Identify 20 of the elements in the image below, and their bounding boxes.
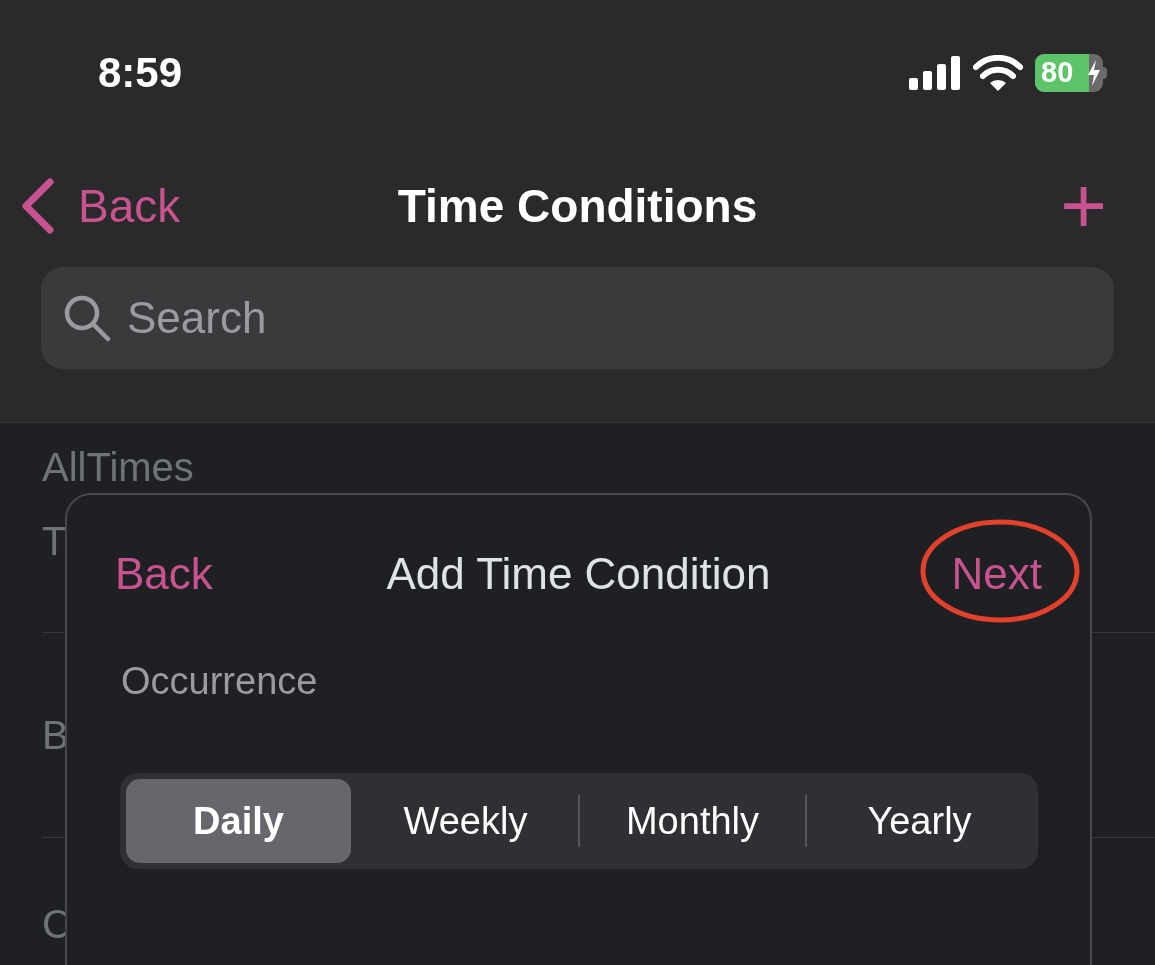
back-button[interactable]: Back xyxy=(20,171,181,241)
back-button[interactable]: Back xyxy=(115,541,213,607)
section-label: Occurrence xyxy=(121,659,318,704)
wifi-icon xyxy=(973,54,1023,91)
search-field[interactable]: Search xyxy=(127,285,927,351)
search-icon xyxy=(63,294,111,342)
segment-tab[interactable]: Yearly xyxy=(807,779,1032,863)
segment-tab[interactable]: Monthly xyxy=(580,779,805,863)
row-subtitle: T xyxy=(42,521,67,561)
clock-time: 8:59 xyxy=(98,48,183,98)
row-title: B xyxy=(42,715,69,755)
chevron-left-icon xyxy=(20,178,54,234)
add-button[interactable]: + xyxy=(1060,166,1107,246)
segment-tab[interactable]: Daily xyxy=(126,779,351,863)
segment-tab[interactable]: Weekly xyxy=(353,779,578,863)
page-title: Time Conditions xyxy=(397,178,758,234)
search-bar[interactable]: Search xyxy=(41,267,1114,369)
row-title: AllTimes xyxy=(42,447,194,487)
signal-icon xyxy=(909,55,961,90)
dialog-title: Add Time Condition xyxy=(386,548,771,600)
